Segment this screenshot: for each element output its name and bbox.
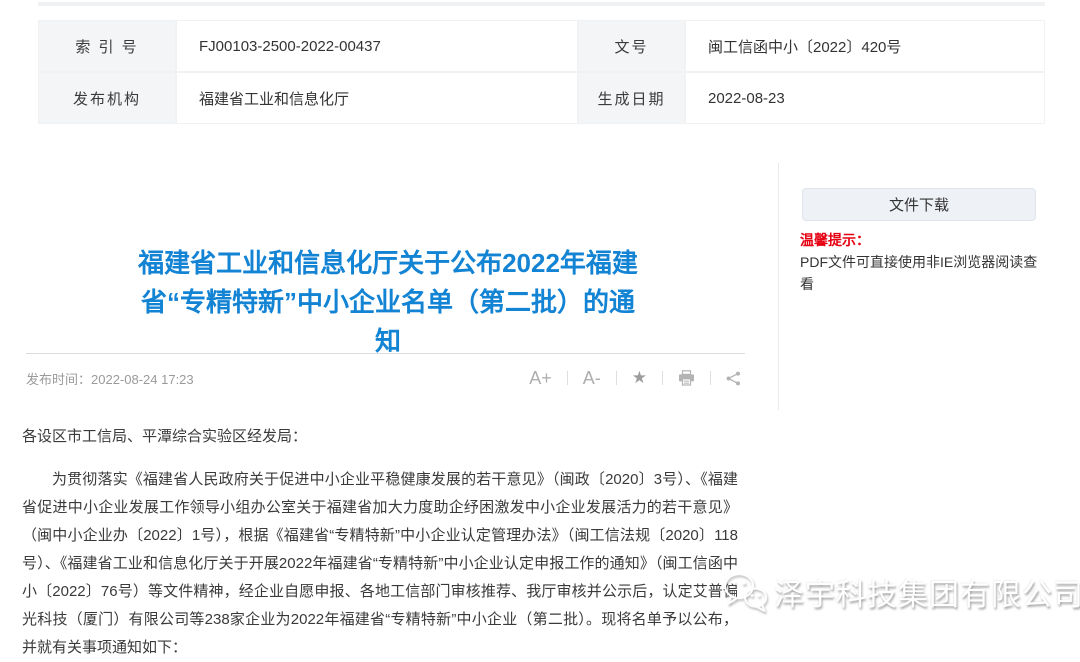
info-label-index-number: 索 引 号	[38, 20, 176, 72]
body-paragraph-main: 为贯彻落实《福建省人民政府关于促进中小企业平稳健康发展的若干意见》（闽政〔202…	[22, 466, 738, 662]
font-decrease-button[interactable]: A-	[568, 368, 616, 389]
article-meta-row: 发布时间：2022-08-24 17:23 A+ A- ★	[26, 362, 745, 394]
article-body: 各设区市工信局、平潭综合实验区经发局： 为贯彻落实《福建省人民政府关于促进中小企…	[22, 423, 738, 662]
printer-icon	[678, 370, 695, 386]
top-section-edge	[38, 2, 1045, 6]
info-value-document-number: 闽工信函中小〔2022〕420号	[685, 20, 1045, 72]
info-label-document-number: 文号	[578, 20, 685, 72]
info-value-issuing-agency: 福建省工业和信息化厅	[176, 72, 578, 124]
info-value-generated-date: 2022-08-23	[685, 72, 1045, 124]
tip-box: 温馨提示： PDF文件可直接使用非IE浏览器阅读查看	[800, 229, 1046, 295]
document-info-table: 索 引 号 FJ00103-2500-2022-00437 文号 闽工信函中小〔…	[38, 20, 1045, 124]
tip-title: 温馨提示：	[800, 232, 870, 248]
info-label-issuing-agency: 发布机构	[38, 72, 176, 124]
share-button[interactable]	[711, 371, 745, 386]
font-increase-button[interactable]: A+	[514, 368, 567, 389]
title-meta-divider	[26, 353, 745, 354]
tip-text: PDF文件可直接使用非IE浏览器阅读查看	[800, 254, 1037, 292]
favorite-button[interactable]: ★	[617, 368, 662, 388]
info-label-generated-date: 生成日期	[578, 72, 685, 124]
file-download-button[interactable]: 文件下载	[802, 188, 1036, 221]
share-icon	[726, 371, 741, 386]
body-paragraph-salutation: 各设区市工信局、平潭综合实验区经发局：	[22, 423, 738, 451]
print-button[interactable]	[663, 370, 710, 386]
publish-time: 发布时间：2022-08-24 17:23	[26, 369, 194, 388]
star-icon: ★	[632, 368, 647, 388]
company-watermark: 泽宇科技集团有限公司	[722, 570, 1080, 614]
page-title: 福建省工业和信息化厅关于公布2022年福建省“专精特新”中小企业名单（第二批）的…	[134, 244, 642, 361]
article-toolbar: A+ A- ★	[514, 368, 745, 389]
sidebar-divider	[778, 163, 779, 410]
info-value-index-number: FJ00103-2500-2022-00437	[176, 20, 578, 72]
watermark-company-name: 泽宇科技集团有限公司	[774, 570, 1080, 614]
